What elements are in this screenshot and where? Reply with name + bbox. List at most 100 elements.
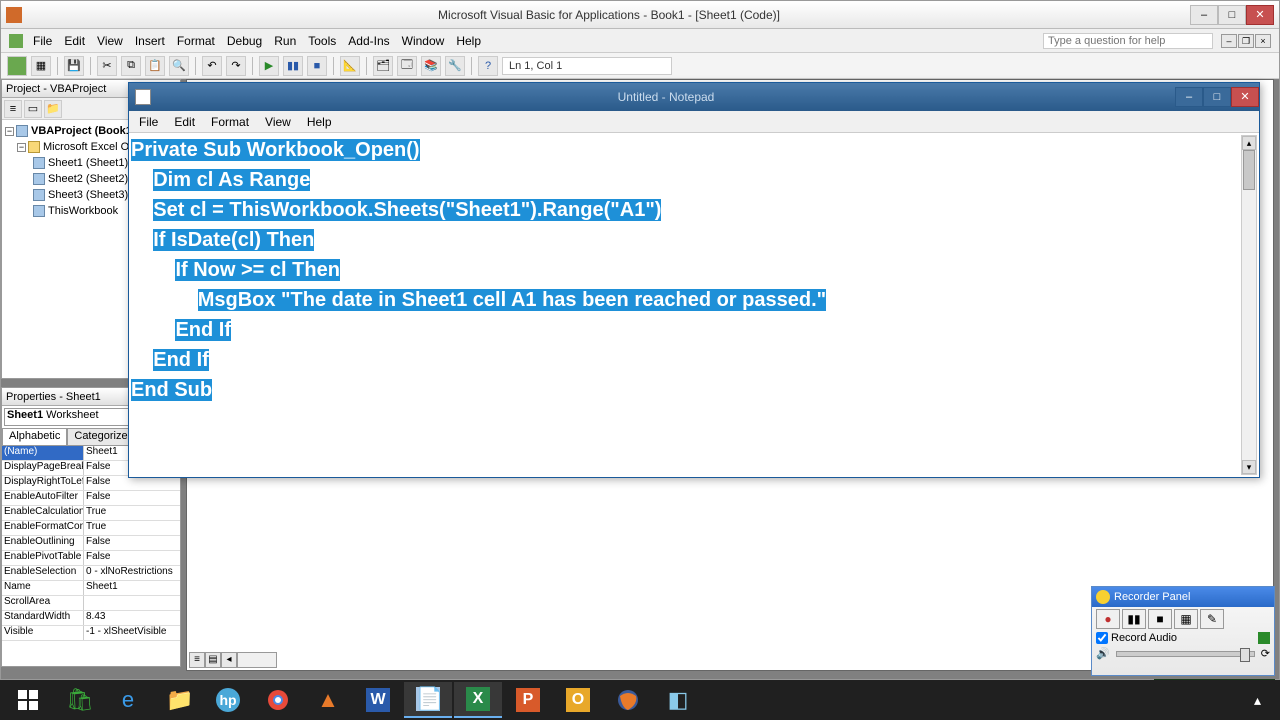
toggle-folders-button[interactable]: 📁 bbox=[44, 100, 62, 118]
taskbar-explorer[interactable]: 📁 bbox=[154, 682, 202, 718]
reset-button[interactable]: ■ bbox=[307, 56, 327, 76]
insert-module-button[interactable]: ▦ bbox=[31, 56, 51, 76]
property-value[interactable]: True bbox=[84, 521, 180, 535]
property-value[interactable]: True bbox=[84, 506, 180, 520]
property-row[interactable]: ScrollArea bbox=[2, 596, 180, 611]
property-row[interactable]: NameSheet1 bbox=[2, 581, 180, 596]
recorder-panel[interactable]: Recorder Panel ● ▮▮ ■ ▦ ✎ Record Audio 🔊… bbox=[1091, 586, 1275, 676]
taskbar-firefox[interactable] bbox=[604, 682, 652, 718]
tree-thisworkbook[interactable]: ThisWorkbook bbox=[48, 205, 118, 217]
menu-window[interactable]: Window bbox=[396, 32, 451, 50]
code-view-full-icon[interactable]: ▤ bbox=[205, 652, 221, 668]
menu-file[interactable]: File bbox=[27, 32, 58, 50]
record-audio-checkbox[interactable]: Record Audio bbox=[1092, 631, 1274, 645]
taskbar-notepad[interactable]: 📄 bbox=[404, 682, 452, 718]
property-value[interactable]: 0 - xlNoRestrictions bbox=[84, 566, 180, 580]
object-browser-button[interactable]: 📚 bbox=[421, 56, 441, 76]
system-tray[interactable]: ▴ bbox=[1254, 680, 1276, 720]
menu-insert[interactable]: Insert bbox=[129, 32, 171, 50]
property-value[interactable]: 8.43 bbox=[84, 611, 180, 625]
stop-button[interactable]: ■ bbox=[1148, 609, 1172, 629]
taskbar-chrome[interactable] bbox=[254, 682, 302, 718]
menu-edit[interactable]: Edit bbox=[58, 32, 91, 50]
close-button[interactable]: ✕ bbox=[1246, 5, 1274, 25]
record-button[interactable]: ● bbox=[1096, 609, 1120, 629]
code-line[interactable]: If IsDate(cl) Then bbox=[131, 225, 1257, 255]
property-row[interactable]: DisplayRightToLeftFalse bbox=[2, 476, 180, 491]
redo-button[interactable]: ↷ bbox=[226, 56, 246, 76]
record-audio-input[interactable] bbox=[1096, 632, 1108, 644]
np-menu-file[interactable]: File bbox=[133, 114, 164, 130]
mdi-restore-button[interactable]: ❐ bbox=[1238, 34, 1254, 48]
view-code-button[interactable]: ≡ bbox=[4, 100, 22, 118]
tree-project-root[interactable]: VBAProject (Book1) bbox=[31, 125, 136, 137]
taskbar-excel[interactable]: X bbox=[454, 682, 502, 718]
np-maximize-button[interactable]: □ bbox=[1203, 87, 1231, 107]
paste-button[interactable]: 📋 bbox=[145, 56, 165, 76]
menu-debug[interactable]: Debug bbox=[221, 32, 268, 50]
property-value[interactable] bbox=[84, 596, 180, 610]
code-line[interactable]: Set cl = ThisWorkbook.Sheets("Sheet1").R… bbox=[131, 195, 1257, 225]
code-line[interactable]: MsgBox "The date in Sheet1 cell A1 has b… bbox=[131, 285, 1257, 315]
copy-button[interactable]: ⧉ bbox=[121, 56, 141, 76]
property-value[interactable]: False bbox=[84, 491, 180, 505]
taskbar-vlc[interactable]: ▲ bbox=[304, 682, 352, 718]
break-button[interactable]: ▮▮ bbox=[283, 56, 303, 76]
np-close-button[interactable]: ✕ bbox=[1231, 87, 1259, 107]
taskbar-powerpoint[interactable]: P bbox=[504, 682, 552, 718]
code-line[interactable]: End If bbox=[131, 315, 1257, 345]
settings-button[interactable]: ✎ bbox=[1200, 609, 1224, 629]
notepad-text-area[interactable]: Private Sub Workbook_Open() Dim cl As Ra… bbox=[129, 133, 1259, 477]
taskbar-ie[interactable]: e bbox=[104, 682, 152, 718]
property-value[interactable]: Sheet1 bbox=[84, 581, 180, 595]
maximize-button[interactable]: □ bbox=[1218, 5, 1246, 25]
property-row[interactable]: EnableFormatConditionsTrue bbox=[2, 521, 180, 536]
mdi-close-button[interactable]: × bbox=[1255, 34, 1271, 48]
help-button[interactable]: ? bbox=[478, 56, 498, 76]
np-menu-edit[interactable]: Edit bbox=[168, 114, 201, 130]
undo-button[interactable]: ↶ bbox=[202, 56, 222, 76]
minimize-button[interactable]: – bbox=[1190, 5, 1218, 25]
design-mode-button[interactable]: 📐 bbox=[340, 56, 360, 76]
menu-help[interactable]: Help bbox=[450, 32, 487, 50]
tree-sheet1[interactable]: Sheet1 (Sheet1) bbox=[48, 157, 128, 169]
scroll-down-icon[interactable]: ▾ bbox=[1242, 460, 1256, 474]
taskbar-store[interactable]: 🛍 bbox=[54, 682, 102, 718]
mdi-minimize-button[interactable]: – bbox=[1221, 34, 1237, 48]
code-view-proc-icon[interactable]: ≡ bbox=[189, 652, 205, 668]
menu-tools[interactable]: Tools bbox=[302, 32, 342, 50]
tree-sheet3[interactable]: Sheet3 (Sheet3) bbox=[48, 189, 128, 201]
scroll-left-icon[interactable]: ◂ bbox=[221, 652, 237, 668]
view-excel-button[interactable] bbox=[7, 56, 27, 76]
menu-run[interactable]: Run bbox=[268, 32, 302, 50]
property-row[interactable]: Visible-1 - xlSheetVisible bbox=[2, 626, 180, 641]
run-button[interactable]: ▶ bbox=[259, 56, 279, 76]
property-row[interactable]: EnableSelection0 - xlNoRestrictions bbox=[2, 566, 180, 581]
taskbar-outlook[interactable]: O bbox=[554, 682, 602, 718]
slider-knob[interactable] bbox=[1240, 648, 1250, 662]
recorder-title[interactable]: Recorder Panel bbox=[1092, 587, 1274, 607]
project-explorer-button[interactable]: 🗂 bbox=[373, 56, 393, 76]
excel-icon[interactable] bbox=[9, 34, 23, 48]
notepad-scrollbar[interactable]: ▴ ▾ bbox=[1241, 135, 1257, 475]
tree-sheet2[interactable]: Sheet2 (Sheet2) bbox=[48, 173, 128, 185]
toolbox-button[interactable]: 🔧 bbox=[445, 56, 465, 76]
code-line[interactable]: End If bbox=[131, 345, 1257, 375]
vba-titlebar[interactable]: Microsoft Visual Basic for Applications … bbox=[1, 1, 1279, 29]
scroll-up-icon[interactable]: ▴ bbox=[1242, 136, 1256, 150]
refresh-icon[interactable]: ⟳ bbox=[1261, 647, 1270, 660]
menu-addins[interactable]: Add-Ins bbox=[342, 32, 395, 50]
tab-alphabetic[interactable]: Alphabetic bbox=[2, 428, 67, 445]
start-button[interactable] bbox=[4, 682, 52, 718]
code-line[interactable]: Private Sub Workbook_Open() bbox=[131, 135, 1257, 165]
properties-button[interactable]: 🗔 bbox=[397, 56, 417, 76]
property-value[interactable]: -1 - xlSheetVisible bbox=[84, 626, 180, 640]
save-button[interactable]: 💾 bbox=[64, 56, 84, 76]
property-row[interactable]: EnablePivotTableFalse bbox=[2, 551, 180, 566]
property-row[interactable]: EnableAutoFilterFalse bbox=[2, 491, 180, 506]
property-row[interactable]: EnableOutliningFalse bbox=[2, 536, 180, 551]
view-object-button[interactable]: ▭ bbox=[24, 100, 42, 118]
np-menu-format[interactable]: Format bbox=[205, 114, 255, 130]
property-value[interactable]: False bbox=[84, 476, 180, 490]
np-minimize-button[interactable]: – bbox=[1175, 87, 1203, 107]
